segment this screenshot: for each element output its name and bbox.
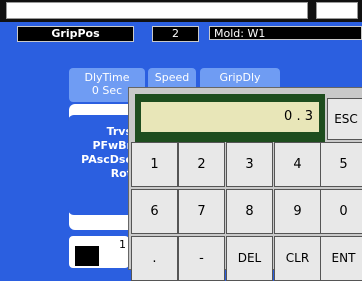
black-indicator [75,246,99,266]
mold-label: Mold: W1 [209,26,362,40]
tab-label-gripdly: GripDly [219,71,261,84]
axis-pascdsc[interactable]: PAscDsc [81,153,132,166]
top-right-field [316,2,358,19]
key-3[interactable]: 3 [226,142,273,187]
axis-pfwbr[interactable]: PFwBr [92,139,132,152]
position-index: 2 [152,26,199,42]
display-frame: 0 . 3 [135,94,325,142]
key-del[interactable]: DEL [226,236,273,281]
key-minus[interactable]: - [178,236,225,281]
key-6[interactable]: 6 [131,189,178,234]
key-5[interactable]: 5 [320,142,362,187]
top-bar [0,0,362,22]
esc-button[interactable]: ESC [327,98,362,140]
key-9[interactable]: 9 [274,189,321,234]
value-display: 0 . 3 [141,102,319,132]
key-0[interactable]: 0 [320,189,362,234]
top-left-field [6,2,308,19]
grip-pos-title: GripPos [17,26,134,42]
tab-label-dlytime: DlyTime [84,71,130,84]
key-1[interactable]: 1 [131,142,178,187]
bottom-indicator: 1 [69,236,129,268]
key-2[interactable]: 2 [178,142,225,187]
tab-label-speed: Speed [154,71,190,84]
key-clr[interactable]: CLR [274,236,321,281]
key-7[interactable]: 7 [178,189,225,234]
bottom-label: 1 [119,238,126,251]
key-8[interactable]: 8 [226,189,273,234]
numeric-keypad: 0 . 3 ESC 1 2 3 4 5 6 7 8 9 0 . - DEL CL… [128,87,362,281]
key-ent[interactable]: ENT [320,236,362,281]
key-4[interactable]: 4 [274,142,321,187]
key-decimal[interactable]: . [131,236,178,281]
status-bar: GripPos 2 Mold: W1 [0,22,362,44]
